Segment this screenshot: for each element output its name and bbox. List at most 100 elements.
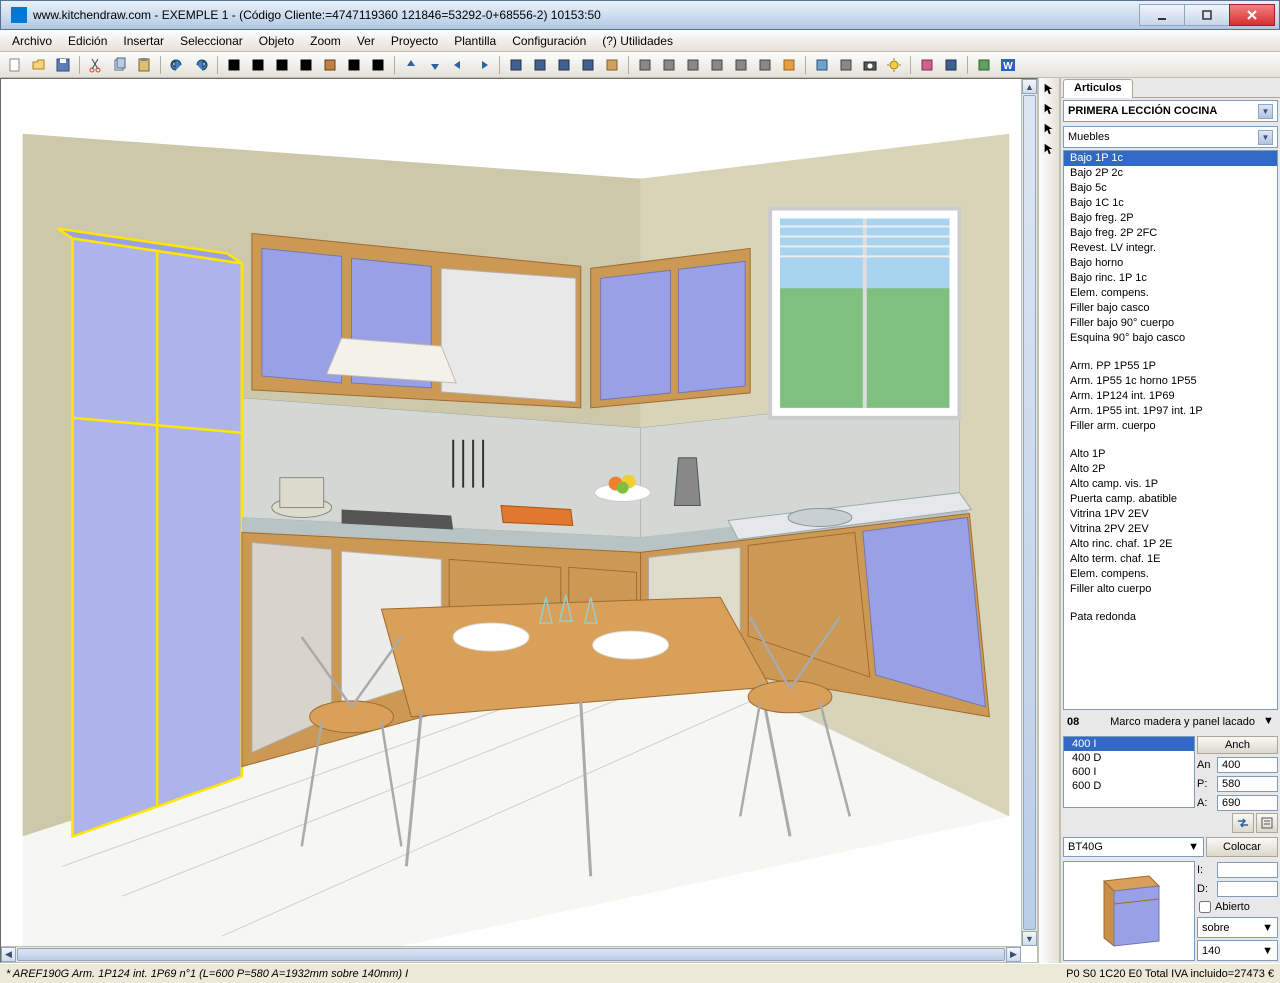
menu-utilidades[interactable]: (?) Utilidades — [594, 32, 681, 50]
zoomout-icon[interactable] — [577, 54, 599, 76]
hscroll-thumb[interactable] — [17, 948, 1005, 961]
article-item[interactable]: Revest. LV integr. — [1064, 241, 1277, 256]
article-item[interactable]: Arm. 1P55 int. 1P97 int. 1P — [1064, 404, 1277, 419]
magic-icon[interactable] — [916, 54, 938, 76]
menu-insertar[interactable]: Insertar — [115, 32, 172, 50]
zoomin-icon[interactable] — [553, 54, 575, 76]
props-icon[interactable] — [835, 54, 857, 76]
article-item[interactable]: Elem. compens. — [1064, 567, 1277, 582]
article-item[interactable]: Bajo 1P 1c — [1064, 151, 1277, 166]
minimize-button[interactable] — [1139, 4, 1185, 26]
abierto-checkbox[interactable] — [1199, 901, 1211, 913]
gen-icon[interactable] — [973, 54, 995, 76]
size-item[interactable]: 600 I — [1064, 765, 1194, 779]
dim-icon[interactable] — [247, 54, 269, 76]
size-list[interactable]: 400 I400 D600 I600 D — [1063, 736, 1195, 808]
article-item[interactable]: Bajo freg. 2P — [1064, 211, 1277, 226]
undo-icon[interactable] — [166, 54, 188, 76]
menu-seleccionar[interactable]: Seleccionar — [172, 32, 251, 50]
input-p[interactable]: 580 — [1217, 776, 1278, 792]
scroll-up-icon[interactable]: ▲ — [1022, 79, 1037, 94]
copy-icon[interactable] — [109, 54, 131, 76]
input-a[interactable]: 690 — [1217, 795, 1278, 811]
wall-icon[interactable] — [319, 54, 341, 76]
vertical-scrollbar[interactable]: ▲ ▼ — [1021, 79, 1037, 946]
tab-articulos[interactable]: Articulos — [1063, 79, 1133, 98]
area-icon[interactable] — [367, 54, 389, 76]
list-button[interactable] — [1256, 813, 1278, 833]
view-iso-icon[interactable] — [658, 54, 680, 76]
article-item[interactable]: Esquina 90° bajo casco — [1064, 331, 1277, 346]
article-item[interactable] — [1064, 434, 1277, 447]
article-item[interactable]: Vitrina 1PV 2EV — [1064, 507, 1277, 522]
article-item[interactable]: Bajo freg. 2P 2FC — [1064, 226, 1277, 241]
new-icon[interactable] — [4, 54, 26, 76]
left-icon[interactable] — [448, 54, 470, 76]
menu-objeto[interactable]: Objeto — [251, 32, 302, 50]
article-item[interactable]: Bajo 2P 2c — [1064, 166, 1277, 181]
article-item[interactable]: Alto term. chaf. 1E — [1064, 552, 1277, 567]
measure-icon[interactable] — [940, 54, 962, 76]
vscroll-thumb[interactable] — [1023, 95, 1036, 930]
horizontal-scrollbar[interactable]: ◀ ▶ — [1, 946, 1021, 962]
menu-proyecto[interactable]: Proyecto — [383, 32, 446, 50]
menu-archivo[interactable]: Archivo — [4, 32, 60, 50]
article-item[interactable]: Filler bajo 90° cuerpo — [1064, 316, 1277, 331]
catalog-dropdown[interactable]: PRIMERA LECCIÓN COCINA ▼ — [1063, 100, 1278, 122]
down-icon[interactable] — [424, 54, 446, 76]
article-item[interactable]: Elem. compens. — [1064, 286, 1277, 301]
anch-button[interactable]: Anch — [1197, 736, 1278, 754]
camera-icon[interactable] — [859, 54, 881, 76]
article-item[interactable]: Bajo rinc. 1P 1c — [1064, 271, 1277, 286]
article-item[interactable]: Alto 2P — [1064, 462, 1277, 477]
paste-icon[interactable] — [133, 54, 155, 76]
article-item[interactable]: Alto camp. vis. 1P — [1064, 477, 1277, 492]
input-an[interactable]: 400 — [1217, 757, 1278, 773]
view-top-icon[interactable] — [634, 54, 656, 76]
category-dropdown[interactable]: Muebles ▼ — [1063, 126, 1278, 148]
article-item[interactable]: Filler alto cuerpo — [1064, 582, 1277, 597]
height-dropdown[interactable]: 140 ▼ — [1197, 940, 1278, 961]
save-icon[interactable] — [52, 54, 74, 76]
snap-icon[interactable] — [1040, 140, 1058, 158]
open-icon[interactable] — [28, 54, 50, 76]
viewport-3d[interactable]: ▲ ▼ ◀ ▶ — [0, 78, 1038, 963]
scroll-left-icon[interactable]: ◀ — [1, 947, 16, 962]
article-item[interactable]: Alto rinc. chaf. 1P 2E — [1064, 537, 1277, 552]
view-wire-icon[interactable] — [730, 54, 752, 76]
article-item[interactable]: Arm. PP 1P55 1P — [1064, 359, 1277, 374]
up-icon[interactable] — [400, 54, 422, 76]
cursor-icon[interactable] — [1040, 80, 1058, 98]
select-icon[interactable] — [1040, 100, 1058, 118]
article-item[interactable] — [1064, 346, 1277, 359]
menu-configuracin[interactable]: Configuración — [504, 32, 594, 50]
article-item[interactable]: Bajo horno — [1064, 256, 1277, 271]
zoomext-icon[interactable] — [505, 54, 527, 76]
article-item[interactable]: Vitrina 2PV 2EV — [1064, 522, 1277, 537]
view-persp-icon[interactable] — [706, 54, 728, 76]
text-icon[interactable] — [343, 54, 365, 76]
word-icon[interactable]: W — [997, 54, 1019, 76]
scroll-right-icon[interactable]: ▶ — [1006, 947, 1021, 962]
article-item[interactable]: Arm. 1P55 1c horno 1P55 — [1064, 374, 1277, 389]
article-item[interactable]: Puerta camp. abatible — [1064, 492, 1277, 507]
article-item[interactable]: Pata redonda — [1064, 610, 1277, 625]
redo-icon[interactable] — [190, 54, 212, 76]
size-item[interactable]: 400 I — [1064, 737, 1194, 751]
dim2-icon[interactable] — [271, 54, 293, 76]
zoomwin-icon[interactable] — [529, 54, 551, 76]
article-item[interactable]: Bajo 5c — [1064, 181, 1277, 196]
swap-button[interactable] — [1232, 813, 1254, 833]
maximize-button[interactable] — [1184, 4, 1230, 26]
position-dropdown[interactable]: sobre ▼ — [1197, 917, 1278, 938]
scroll-down-icon[interactable]: ▼ — [1022, 931, 1037, 946]
angle-icon[interactable] — [295, 54, 317, 76]
input-d[interactable] — [1217, 881, 1278, 897]
colocar-button[interactable]: Colocar — [1206, 837, 1278, 857]
view-elev-icon[interactable] — [682, 54, 704, 76]
article-item[interactable]: Arm. 1P124 int. 1P69 — [1064, 389, 1277, 404]
menu-edicin[interactable]: Edición — [60, 32, 115, 50]
input-i[interactable] — [1217, 862, 1278, 878]
menu-zoom[interactable]: Zoom — [302, 32, 349, 50]
move-icon[interactable] — [1040, 120, 1058, 138]
